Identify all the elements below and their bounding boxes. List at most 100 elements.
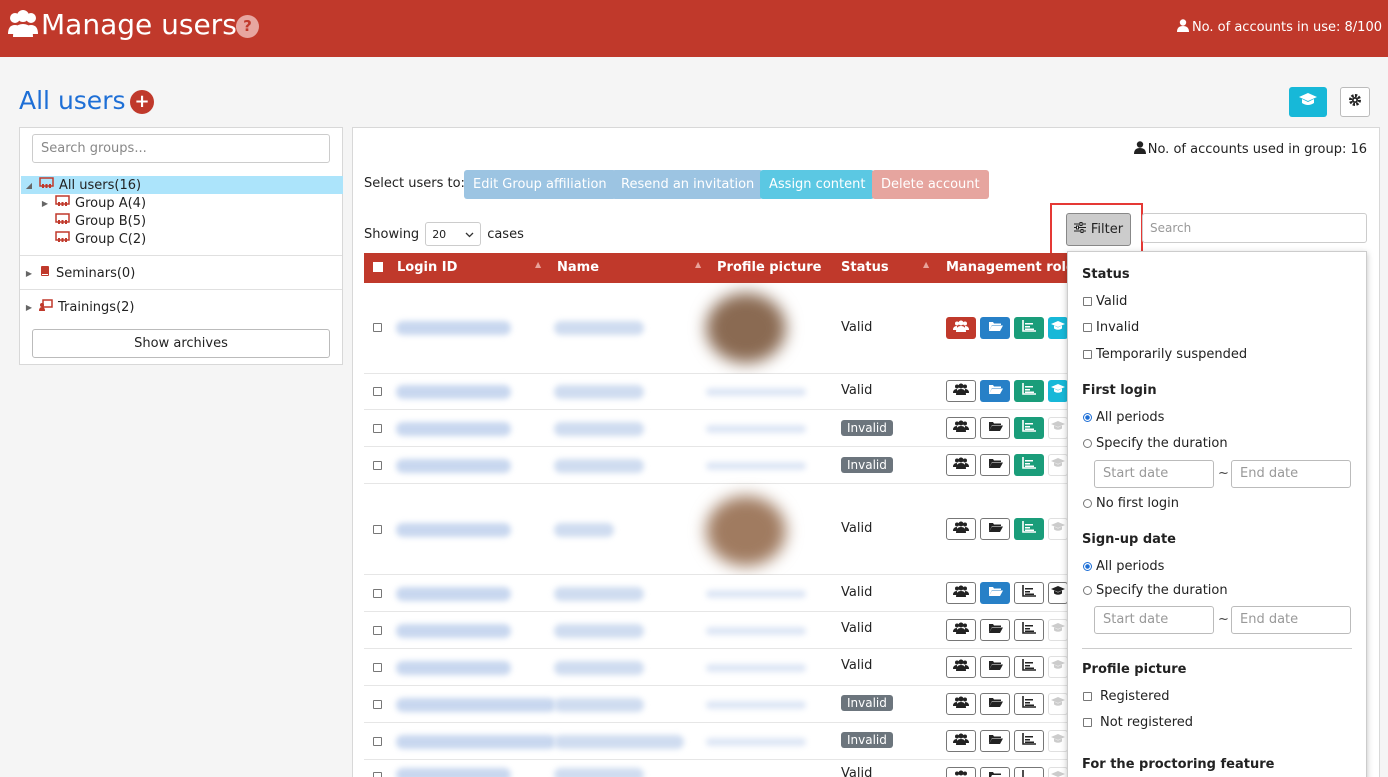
row-checkbox[interactable] [373,461,382,470]
course-role-button[interactable] [1048,656,1068,678]
show-archives-button[interactable]: Show archives [32,329,330,358]
tree-item-seminars[interactable]: ▶ Seminars(0) [24,264,135,282]
resend-invitation-button[interactable]: Resend an invitation [612,170,764,199]
course-role-button[interactable] [1048,693,1068,715]
results-role-button[interactable] [1014,454,1044,476]
tree-item-group-c[interactable]: Group C(2) [55,230,146,248]
content-role-button[interactable] [980,518,1010,540]
settings-button[interactable] [1340,87,1370,117]
course-role-button[interactable] [1048,582,1068,604]
filter-status-invalid[interactable]: Invalid [1083,320,1139,335]
caret-down-icon[interactable]: ◢ [24,181,34,190]
group-admin-role-button[interactable] [946,619,976,641]
content-role-button[interactable] [980,317,1010,339]
content-role-button[interactable] [980,454,1010,476]
signup-specify-duration[interactable]: Specify the duration [1083,583,1228,598]
course-role-button[interactable] [1048,518,1068,540]
content-role-button[interactable] [980,767,1010,777]
course-role-button[interactable] [1048,767,1068,777]
per-page-select[interactable]: 20 [425,222,482,246]
select-all-checkbox[interactable] [373,262,383,272]
results-role-button[interactable] [1014,417,1044,439]
signup-start-date[interactable]: Start date [1094,606,1214,634]
course-role-button[interactable] [1048,317,1068,339]
help-button[interactable]: ? [236,15,259,38]
radio[interactable] [1083,439,1092,448]
first-login-all-periods[interactable]: All periods [1083,410,1164,425]
results-role-button[interactable] [1014,317,1044,339]
results-role-button[interactable] [1014,730,1044,752]
checkbox[interactable] [1083,297,1092,306]
first-login-specify-duration[interactable]: Specify the duration [1083,436,1228,451]
edit-group-affiliation-button[interactable]: Edit Group affiliation [464,170,616,199]
row-checkbox[interactable] [373,589,382,598]
column-status[interactable]: Status [841,260,889,275]
signup-all-periods[interactable]: All periods [1083,559,1164,574]
row-checkbox[interactable] [373,525,382,534]
group-admin-role-button[interactable] [946,518,976,540]
first-login-none[interactable]: No first login [1083,496,1179,511]
results-role-button[interactable] [1014,380,1044,402]
course-role-button[interactable] [1048,619,1068,641]
signup-end-date[interactable]: End date [1231,606,1351,634]
checkbox[interactable] [1083,718,1092,727]
content-role-button[interactable] [980,693,1010,715]
caret-right-icon[interactable]: ▶ [40,199,50,208]
assign-content-button[interactable]: Assign content [760,170,875,199]
tree-item-group-b[interactable]: Group B(5) [55,212,146,230]
group-admin-role-button[interactable] [946,317,976,339]
content-role-button[interactable] [980,380,1010,402]
results-role-button[interactable] [1014,582,1044,604]
content-role-button[interactable] [980,619,1010,641]
group-admin-role-button[interactable] [946,730,976,752]
group-admin-role-button[interactable] [946,380,976,402]
results-role-button[interactable] [1014,767,1044,777]
tree-item-group-a[interactable]: ▶ Group A(4) [40,194,146,212]
content-role-button[interactable] [980,656,1010,678]
course-role-button[interactable] [1048,730,1068,752]
first-login-start-date[interactable]: Start date [1094,460,1214,488]
user-search-input[interactable]: Search [1142,213,1367,243]
group-admin-role-button[interactable] [946,656,976,678]
results-role-button[interactable] [1014,693,1044,715]
add-user-button[interactable]: + [130,90,154,114]
radio-selected[interactable] [1083,562,1092,571]
delete-account-button[interactable]: Delete account [872,170,989,199]
checkbox[interactable] [1083,323,1092,332]
picture-registered[interactable]: Registered [1083,689,1170,704]
filter-button[interactable]: Filter [1066,213,1131,246]
course-role-button[interactable] [1048,417,1068,439]
content-role-button[interactable] [980,582,1010,604]
checkbox[interactable] [1083,692,1092,701]
group-admin-role-button[interactable] [946,582,976,604]
row-checkbox[interactable] [373,626,382,635]
first-login-end-date[interactable]: End date [1231,460,1351,488]
column-login-id[interactable]: Login ID [397,260,457,275]
results-role-button[interactable] [1014,619,1044,641]
search-groups-input[interactable]: Search groups... [32,134,330,163]
checkbox[interactable] [1083,350,1092,359]
filter-status-valid[interactable]: Valid [1083,294,1127,309]
group-admin-role-button[interactable] [946,417,976,439]
radio[interactable] [1083,586,1092,595]
radio[interactable] [1083,499,1092,508]
group-admin-role-button[interactable] [946,693,976,715]
row-checkbox[interactable] [373,323,382,332]
radio-selected[interactable] [1083,413,1092,422]
group-admin-role-button[interactable] [946,767,976,777]
caret-right-icon[interactable]: ▶ [24,269,34,278]
tree-item-trainings[interactable]: ▶ Trainings(2) [24,298,134,316]
row-checkbox[interactable] [373,700,382,709]
row-checkbox[interactable] [373,424,382,433]
row-checkbox[interactable] [373,772,382,777]
row-checkbox[interactable] [373,663,382,672]
content-role-button[interactable] [980,730,1010,752]
row-checkbox[interactable] [373,387,382,396]
tree-item-all-users[interactable]: ◢ All users(16) [21,176,343,194]
caret-right-icon[interactable]: ▶ [24,303,34,312]
content-role-button[interactable] [980,417,1010,439]
group-admin-role-button[interactable] [946,454,976,476]
assign-course-button[interactable] [1289,87,1327,117]
row-checkbox[interactable] [373,737,382,746]
filter-status-suspended[interactable]: Temporarily suspended [1083,347,1247,362]
